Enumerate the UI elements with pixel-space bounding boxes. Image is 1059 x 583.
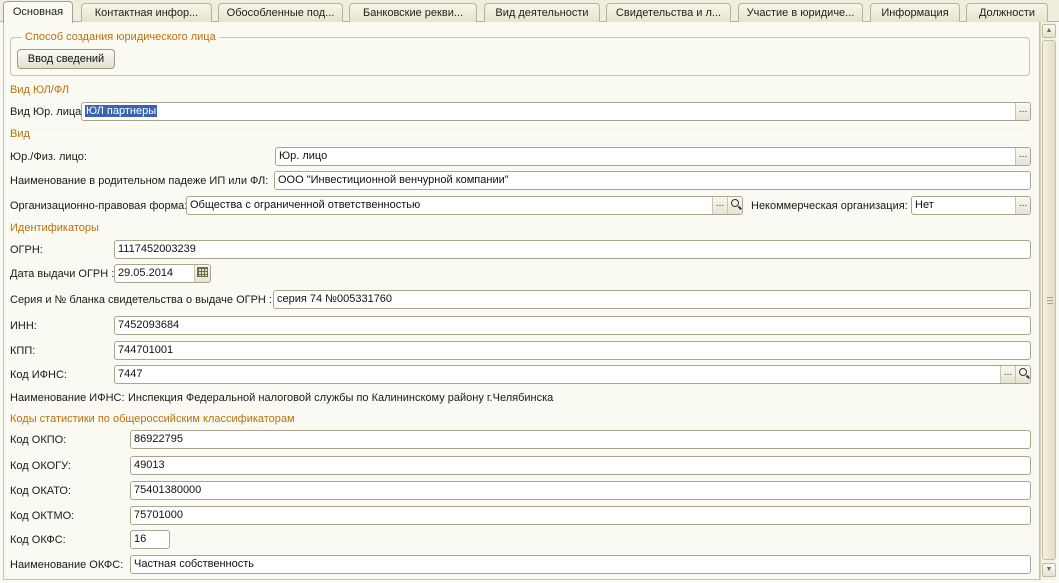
tab-information[interactable]: Информация bbox=[870, 3, 960, 22]
okfs-name-label: Наименование ОКФС: bbox=[10, 559, 124, 571]
ellipsis-icon[interactable]: ... bbox=[712, 197, 727, 214]
org-form-label: Организационно-правовая форма: bbox=[10, 200, 188, 212]
ifns-code-value: 7447 bbox=[118, 368, 143, 380]
creation-method-title: Способ создания юридического лица bbox=[22, 31, 219, 43]
entity-kind-separator bbox=[77, 91, 1030, 92]
tab-main[interactable]: Основная bbox=[3, 1, 73, 23]
tab-activity-type[interactable]: Вид деятельности bbox=[484, 3, 600, 22]
cert-field[interactable]: серия 74 №005331760 bbox=[273, 290, 1031, 309]
okfs-field[interactable]: 16 bbox=[130, 530, 170, 549]
genitive-name-field[interactable]: ООО "Инвестиционной венчурной компании" bbox=[274, 171, 1031, 190]
vertical-scrollbar[interactable]: ▲ ▼ bbox=[1040, 22, 1056, 580]
arrow-down-icon[interactable]: ▼ bbox=[1042, 563, 1056, 577]
arrow-up-icon[interactable]: ▲ bbox=[1042, 24, 1056, 38]
identifiers-section-title: Идентификаторы bbox=[10, 222, 99, 234]
inn-label: ИНН: bbox=[10, 320, 37, 332]
enter-details-button[interactable]: Ввод сведений bbox=[17, 49, 115, 69]
ogrn-date-field[interactable]: 29.05.2014 bbox=[114, 264, 211, 283]
grip-line bbox=[1047, 300, 1053, 301]
okpo-value: 86922795 bbox=[134, 433, 183, 445]
kpp-value: 744701001 bbox=[118, 344, 174, 356]
oktmo-label: Код ОКТМО: bbox=[10, 510, 75, 522]
tab-branches[interactable]: Обособленные под... bbox=[218, 3, 343, 22]
tab-participation[interactable]: Участие в юридиче... bbox=[738, 3, 863, 22]
inn-field[interactable]: 7452093684 bbox=[114, 316, 1031, 335]
genitive-name-value: ООО "Инвестиционной венчурной компании" bbox=[278, 174, 509, 186]
okogu-value: 49013 bbox=[134, 459, 165, 471]
oktmo-value: 75701000 bbox=[134, 509, 183, 521]
grip-line bbox=[1047, 303, 1053, 304]
entity-kind-label: Вид Юр. лица: bbox=[10, 106, 85, 118]
entity-kind-value: ЮЛ партнеры bbox=[85, 105, 158, 117]
legal-physical-label: Юр./Физ. лицо: bbox=[10, 151, 87, 163]
stat-codes-section-title: Коды статистики по общероссийским класси… bbox=[10, 413, 295, 425]
legal-physical-value: Юр. лицо bbox=[279, 150, 328, 162]
okato-field[interactable]: 75401380000 bbox=[130, 481, 1031, 500]
tab-certificates[interactable]: Свидетельства и л... bbox=[606, 3, 731, 22]
oktmo-field[interactable]: 75701000 bbox=[130, 506, 1031, 525]
tab-bar: Основная Контактная инфор... Обособленны… bbox=[0, 0, 1059, 23]
okfs-value: 16 bbox=[134, 533, 147, 545]
legal-physical-field[interactable]: Юр. лицо ... bbox=[275, 147, 1031, 166]
ifns-name-value: Инспекция Федеральной налоговой службы п… bbox=[128, 392, 554, 404]
tab-contact-info[interactable]: Контактная инфор... bbox=[81, 3, 212, 22]
kpp-field[interactable]: 744701001 bbox=[114, 341, 1031, 360]
kind-section-title: Вид bbox=[10, 128, 30, 140]
ogrn-label: ОГРН: bbox=[10, 244, 43, 256]
ifns-name-label: Наименование ИФНС: bbox=[10, 392, 125, 404]
magnifier-icon[interactable] bbox=[727, 197, 742, 214]
okfs-label: Код ОКФС: bbox=[10, 534, 66, 546]
inn-value: 7452093684 bbox=[118, 319, 180, 331]
ifns-code-label: Код ИФНС: bbox=[10, 369, 67, 381]
ellipsis-icon[interactable]: ... bbox=[1015, 148, 1030, 165]
ellipsis-icon[interactable]: ... bbox=[1015, 197, 1030, 214]
noncommercial-label: Некоммерческая организация: bbox=[751, 200, 908, 212]
ellipsis-icon[interactable]: ... bbox=[1015, 103, 1030, 120]
kind-separator bbox=[32, 135, 1030, 136]
calendar-icon[interactable] bbox=[194, 265, 210, 282]
ifns-code-field[interactable]: 7447 ... bbox=[114, 365, 1031, 384]
org-form-value: Общества с ограниченной ответственностью bbox=[190, 199, 421, 211]
identifiers-separator bbox=[103, 229, 1030, 230]
okato-value: 75401380000 bbox=[134, 484, 202, 496]
okfs-name-field[interactable]: Частная собственность bbox=[130, 555, 1031, 574]
kpp-label: КПП: bbox=[10, 345, 36, 357]
ellipsis-icon[interactable]: ... bbox=[1000, 366, 1015, 383]
okogu-label: Код ОКОГУ: bbox=[10, 460, 71, 472]
okogu-field[interactable]: 49013 bbox=[130, 456, 1031, 475]
stat-codes-separator bbox=[305, 420, 1030, 421]
cert-label: Серия и № бланка свидетельства о выдаче … bbox=[10, 294, 272, 306]
tab-bank-details[interactable]: Банковские рекви... bbox=[349, 3, 477, 22]
entity-kind-section-title: Вид ЮЛ/ФЛ bbox=[10, 84, 70, 96]
ogrn-field[interactable]: 1117452003239 bbox=[114, 240, 1031, 259]
scrollbar-thumb[interactable] bbox=[1042, 40, 1056, 560]
okato-label: Код ОКАТО: bbox=[10, 485, 72, 497]
ogrn-date-value: 29.05.2014 bbox=[118, 267, 174, 279]
okpo-field[interactable]: 86922795 bbox=[130, 430, 1031, 449]
magnifier-icon[interactable] bbox=[1015, 366, 1030, 383]
tab-positions[interactable]: Должности bbox=[966, 3, 1048, 22]
cert-value: серия 74 №005331760 bbox=[277, 293, 393, 305]
entity-kind-field[interactable]: ЮЛ партнеры ... bbox=[81, 102, 1031, 121]
noncommercial-value: Нет bbox=[915, 199, 934, 211]
okfs-name-value: Частная собственность bbox=[134, 558, 255, 570]
ogrn-date-label: Дата выдачи ОГРН : bbox=[10, 268, 115, 280]
ogrn-value: 1117452003239 bbox=[118, 243, 196, 255]
grip-line bbox=[1047, 297, 1053, 298]
genitive-name-label: Наименование в родительном падеже ИП или… bbox=[10, 175, 269, 187]
okpo-label: Код ОКПО: bbox=[10, 434, 67, 446]
noncommercial-field[interactable]: Нет ... bbox=[911, 196, 1031, 215]
org-form-field[interactable]: Общества с ограниченной ответственностью… bbox=[186, 196, 743, 215]
